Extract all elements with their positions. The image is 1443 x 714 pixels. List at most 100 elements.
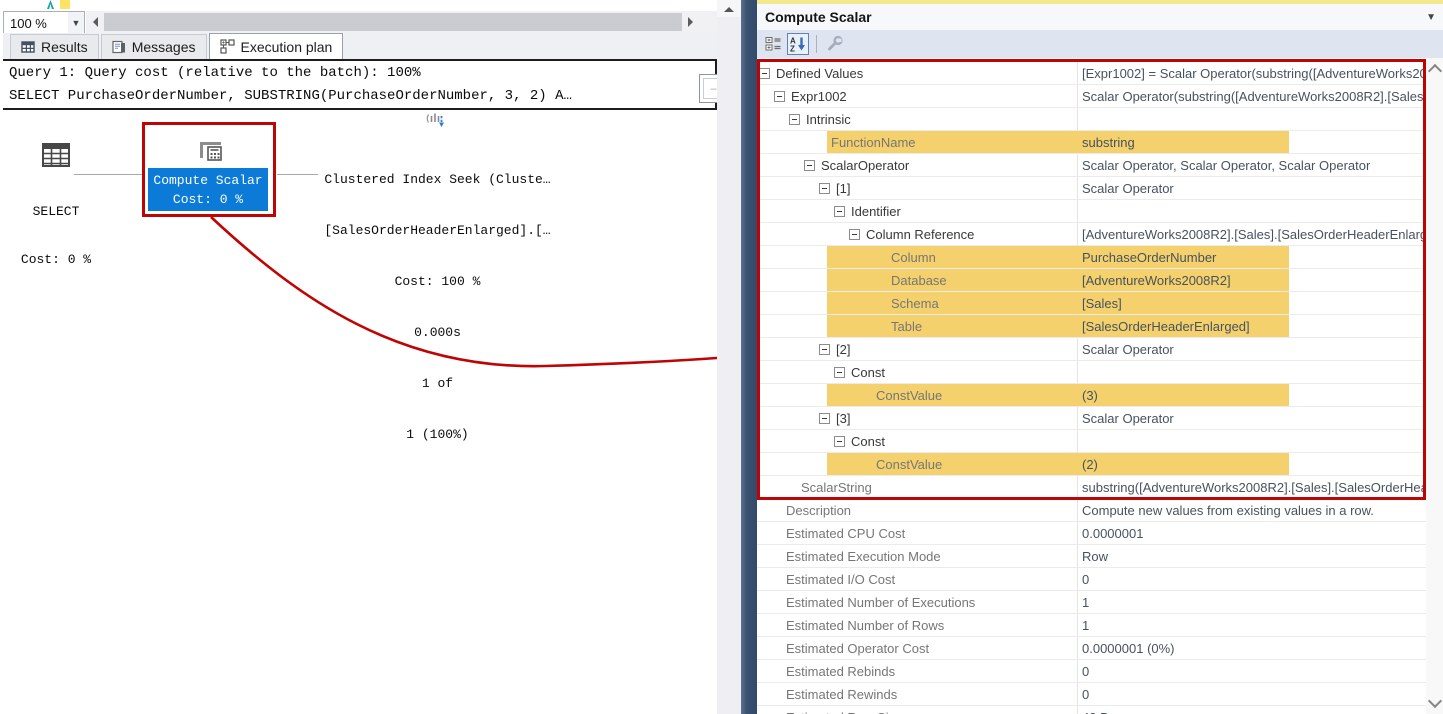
property-row[interactable]: Const	[757, 430, 1426, 453]
horizontal-scrollbar[interactable]	[86, 11, 717, 33]
scroll-up-button[interactable]	[717, 0, 741, 17]
collapse-minus-icon[interactable]	[849, 228, 860, 240]
property-name: Database	[891, 272, 947, 288]
property-row[interactable]: Estimated CPU Cost 0.0000001	[757, 522, 1426, 545]
alphabetical-sort-icon[interactable]: AZ	[787, 33, 809, 55]
seek-line: 1 (100%)	[406, 427, 469, 442]
clustered-index-seek-icon[interactable]	[424, 108, 448, 132]
compute-scalar-node[interactable]: Compute Scalar Cost: 0 %	[148, 168, 268, 211]
collapse-minus-icon[interactable]	[819, 412, 830, 424]
property-row[interactable]: Column PurchaseOrderNumber	[757, 246, 1426, 269]
property-name: ConstValue	[876, 456, 943, 472]
property-value: Scalar Operator(substring([AdventureWork…	[1082, 88, 1426, 104]
tab-label: Results	[41, 39, 88, 55]
scroll-left-button[interactable]	[86, 11, 103, 33]
property-value	[1077, 108, 1426, 130]
property-row[interactable]: FunctionName substring	[757, 131, 1426, 154]
property-name: [2]	[836, 341, 851, 357]
compute-scalar-icon[interactable]	[196, 136, 226, 166]
property-row[interactable]: Defined Values [Expr1002] = Scalar Operat…	[757, 62, 1426, 85]
property-value: Compute new values from existing values …	[1082, 502, 1374, 518]
property-row[interactable]: ConstValue (3)	[757, 384, 1426, 407]
select-result-icon[interactable]	[40, 140, 72, 170]
property-row[interactable]: Schema [Sales]	[757, 292, 1426, 315]
property-value: 0	[1082, 686, 1090, 702]
property-row[interactable]: Estimated Number of Rows 1	[757, 614, 1426, 637]
panel-splitter[interactable]	[741, 0, 757, 714]
compute-scalar-cost: Cost: 0 %	[172, 192, 244, 207]
property-row[interactable]: Estimated Rebinds 0	[757, 660, 1426, 683]
chevron-down-icon[interactable]: ▼	[1426, 12, 1436, 23]
tab-execution-plan[interactable]: Execution plan	[208, 33, 344, 59]
property-row[interactable]: Table [SalesOrderHeaderEnlarged]	[757, 315, 1426, 338]
property-row[interactable]: Estimated Operator Cost 0.0000001 (0%)	[757, 637, 1426, 660]
property-name: Const	[851, 433, 885, 449]
vertical-scrollbar[interactable]	[717, 0, 741, 714]
properties-scrollbar[interactable]	[1426, 58, 1443, 714]
property-row[interactable]: Database [AdventureWorks2008R2]	[757, 269, 1426, 292]
property-row[interactable]: Estimated I/O Cost 0	[757, 568, 1426, 591]
property-row[interactable]: ConstValue (2)	[757, 453, 1426, 476]
property-value: 1	[1082, 594, 1090, 610]
property-row[interactable]: ScalarString substring([AdventureWorks200…	[757, 476, 1426, 499]
collapse-minus-icon[interactable]	[819, 343, 830, 355]
property-row[interactable]: [1] Scalar Operator	[757, 177, 1426, 200]
collapse-minus-icon[interactable]	[834, 366, 845, 378]
property-row[interactable]: Expr1002 Scalar Operator(substring([Adven…	[757, 85, 1426, 108]
tab-messages[interactable]: Messages	[100, 34, 207, 59]
collapse-minus-icon[interactable]	[834, 435, 845, 447]
categorized-icon[interactable]	[762, 33, 784, 55]
property-row[interactable]: [3] Scalar Operator	[757, 407, 1426, 430]
clustered-index-seek-node[interactable]: Clustered Index Seek (Cluste… [SalesOrde…	[280, 137, 595, 477]
property-name: [3]	[836, 410, 851, 426]
messages-icon	[112, 40, 126, 54]
property-row[interactable]: ScalarOperator Scalar Operator, Scalar Op…	[757, 154, 1426, 177]
property-row[interactable]: Estimated Execution Mode Row	[757, 545, 1426, 568]
property-row[interactable]: Column Reference [AdventureWorks2008R2].[…	[757, 223, 1426, 246]
compute-scalar-name: Compute Scalar	[153, 173, 263, 188]
property-row[interactable]: Description Compute new values from exist…	[757, 499, 1426, 522]
collapse-minus-icon[interactable]	[819, 182, 830, 194]
execution-plan-icon	[219, 39, 235, 54]
property-value: 0	[1082, 663, 1090, 679]
seek-line: 1 of	[421, 376, 454, 391]
property-name: Estimated Row Size	[786, 710, 902, 714]
property-name: Expr1002	[791, 88, 847, 104]
scroll-up-chevron-icon[interactable]	[1427, 63, 1443, 79]
property-name: Estimated Number of Executions	[786, 594, 976, 610]
advanced-wrench-icon[interactable]	[824, 33, 846, 55]
property-name: Estimated Number of Rows	[786, 617, 945, 633]
zoom-combobox[interactable]: 100 % ▼	[3, 11, 85, 35]
collapse-minus-icon[interactable]	[789, 113, 800, 125]
property-row[interactable]: Estimated Row Size 43 B	[757, 706, 1426, 714]
property-value: Scalar Operator	[1082, 180, 1174, 196]
collapse-minus-icon[interactable]	[759, 67, 770, 79]
property-name: Estimated I/O Cost	[786, 571, 896, 587]
property-name: Estimated CPU Cost	[786, 525, 906, 541]
property-row[interactable]: [2] Scalar Operator	[757, 338, 1426, 361]
select-node-label[interactable]: SELECT Cost: 0 %	[6, 172, 106, 300]
property-name: Schema	[891, 295, 939, 311]
tab-results[interactable]: Results	[10, 34, 99, 59]
property-row[interactable]: Intrinsic	[757, 108, 1426, 131]
property-name: ScalarString	[801, 479, 872, 495]
property-row[interactable]: Identifier	[757, 200, 1426, 223]
scroll-right-button[interactable]	[683, 11, 700, 33]
tab-label: Execution plan	[240, 38, 333, 55]
property-row[interactable]: Estimated Rewinds 0	[757, 683, 1426, 706]
property-value: [Expr1002] = Scalar Operator(substring([…	[1082, 65, 1426, 81]
chevron-down-icon[interactable]: ▼	[68, 12, 84, 34]
property-row[interactable]: Estimated Number of Executions 1	[757, 591, 1426, 614]
execution-plan-pane: 100 % ▼ Results Messages Execution plan …	[0, 0, 757, 714]
property-name: [1]	[836, 180, 851, 196]
property-row[interactable]: Const	[757, 361, 1426, 384]
plan-connector-line	[74, 174, 142, 175]
collapse-minus-icon[interactable]	[804, 159, 815, 171]
property-name: ConstValue	[876, 387, 943, 403]
property-name: Defined Values	[776, 65, 864, 81]
horizontal-scrollbar-thumb[interactable]	[104, 13, 682, 31]
collapse-minus-icon[interactable]	[834, 205, 845, 217]
property-value: [AdventureWorks2008R2].[Sales].[SalesOrd…	[1082, 226, 1426, 242]
collapse-minus-icon[interactable]	[774, 90, 785, 102]
scroll-down-chevron-icon[interactable]	[1427, 693, 1443, 709]
